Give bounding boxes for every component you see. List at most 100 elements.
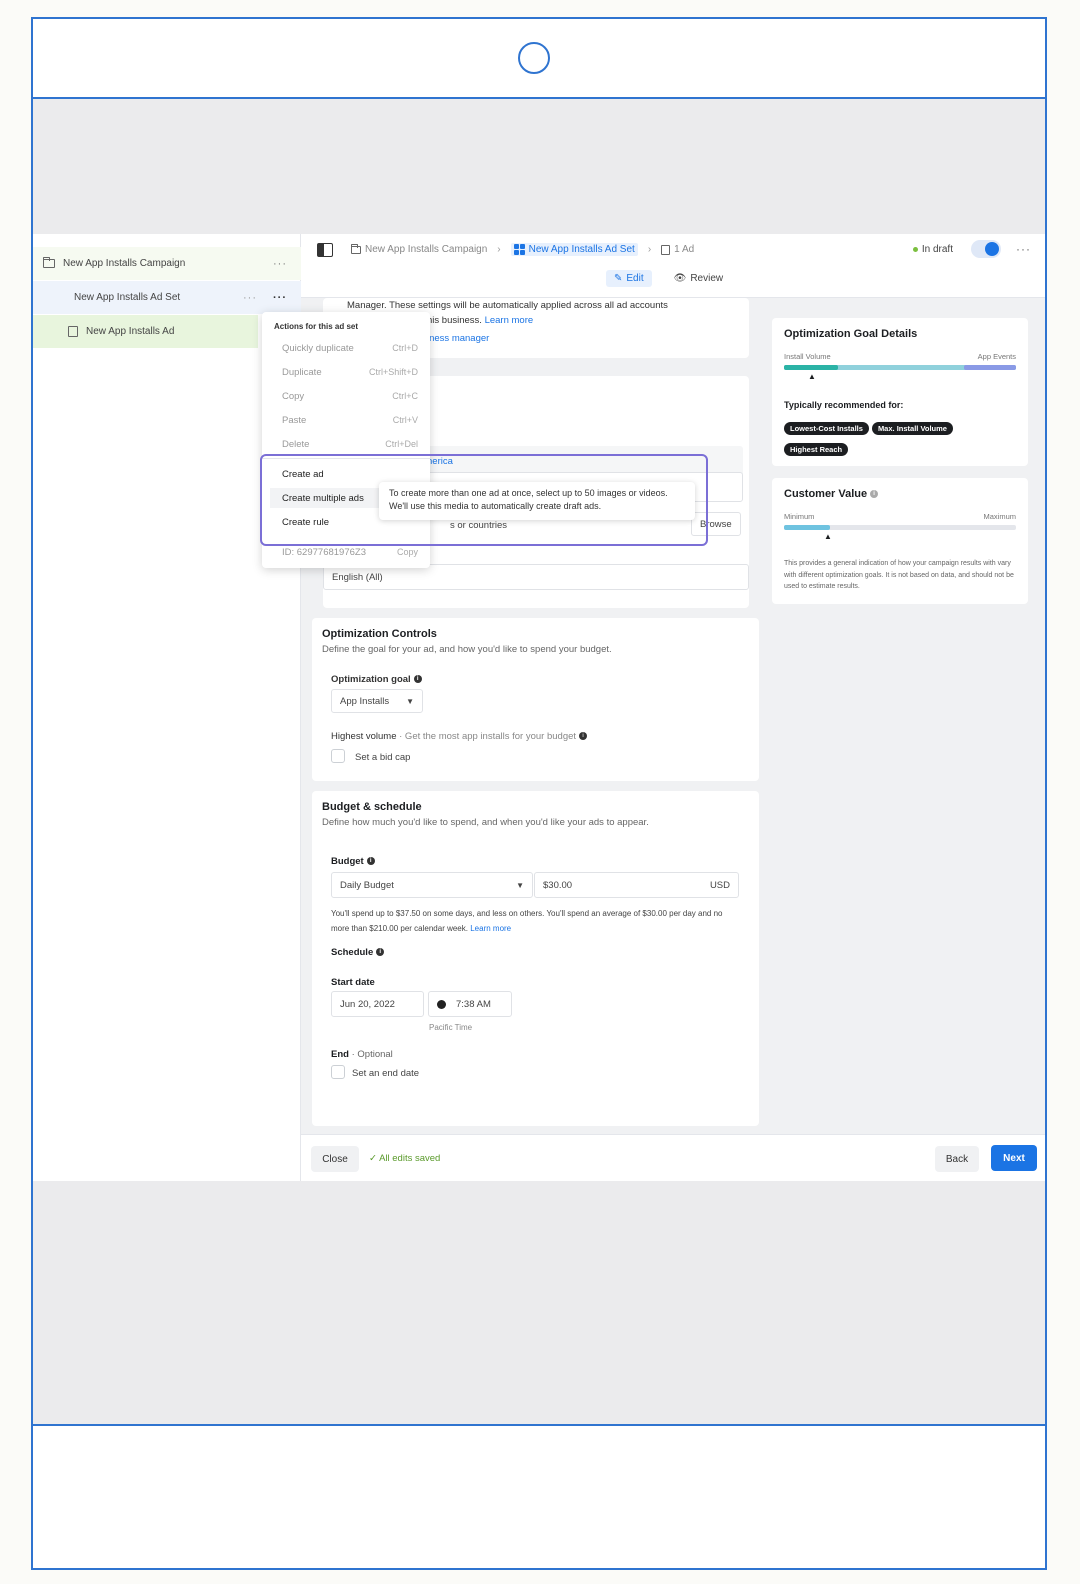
- optimization-goal-select[interactable]: App Installs ▼: [331, 689, 423, 713]
- menu-item-label: Copy: [282, 390, 305, 402]
- back-button[interactable]: Back: [935, 1146, 979, 1172]
- budget-amount-input[interactable]: $30.00 USD: [534, 872, 739, 898]
- budget-title: Budget & schedule: [322, 801, 422, 813]
- ad-doc-icon: [68, 326, 78, 337]
- menu-item-paste[interactable]: Paste Ctrl+V: [282, 410, 418, 430]
- menu-item-delete[interactable]: Delete Ctrl+Del: [282, 434, 418, 454]
- clock-icon: [437, 999, 446, 1009]
- end-date-checkbox[interactable]: [331, 1065, 345, 1079]
- customer-value-card: Customer Value i Minimum Maximum ▲ This p…: [772, 478, 1028, 604]
- business-manager-link[interactable]: iness manager: [427, 333, 489, 344]
- camera-circle-icon: [518, 42, 550, 74]
- customer-value-title: Customer Value i: [784, 488, 879, 500]
- learn-more-link[interactable]: Learn more: [485, 315, 534, 326]
- device-bottom-bezel: [33, 1424, 1045, 1568]
- pencil-icon: ✎: [614, 273, 623, 284]
- tree-item-campaign[interactable]: New App Installs Campaign ···: [33, 247, 301, 280]
- goal-range-end: [964, 365, 1016, 370]
- info-icon[interactable]: i: [366, 857, 375, 866]
- save-status: ✓ All edits saved: [369, 1153, 440, 1164]
- bid-cap-checkbox[interactable]: [331, 749, 345, 763]
- bottom-gray-area: [33, 1181, 1045, 1426]
- menu-item-shortcut: Ctrl+D: [392, 343, 418, 353]
- adset-grid-icon: [513, 244, 525, 255]
- menu-title: Actions for this ad set: [274, 322, 359, 331]
- close-button[interactable]: Close: [311, 1146, 359, 1172]
- caret-down-icon: ▼: [406, 696, 414, 706]
- end-optional-text: · Optional: [348, 1049, 393, 1060]
- value-range-fill: [784, 525, 830, 530]
- timezone-label: Pacific Time: [429, 1023, 473, 1032]
- menu-item-label: Paste: [282, 414, 307, 426]
- more-options-icon[interactable]: ···: [1016, 242, 1031, 256]
- top-gray-area: [33, 99, 1045, 234]
- start-date-value: Jun 20, 2022: [340, 998, 395, 1010]
- breadcrumb: New App Installs Campaign › New App Inst…: [351, 243, 694, 256]
- pill-lowest-cost: Lowest-Cost Installs: [784, 422, 869, 435]
- menu-item-copy[interactable]: Copy Ctrl+C: [282, 386, 418, 406]
- tree-ad-label: New App Installs Ad: [86, 326, 175, 337]
- maximum-label: Maximum: [983, 512, 1016, 521]
- tab-edit-label: Edit: [626, 273, 644, 284]
- menu-item-shortcut: Ctrl+V: [392, 415, 418, 425]
- menu-item-label: Delete: [282, 438, 310, 450]
- goal-label-text: Optimization goal: [331, 674, 411, 685]
- adset-grid-icon: [55, 292, 66, 303]
- tree-item-ad[interactable]: New App Installs Ad: [33, 315, 258, 348]
- customer-value-note: This provides a general indication of ho…: [784, 560, 1014, 590]
- info-icon[interactable]: i: [413, 675, 422, 684]
- next-button[interactable]: Next: [991, 1145, 1037, 1171]
- adset-more-icon[interactable]: ···: [243, 292, 257, 304]
- strategy-bold: Highest volume: [331, 731, 397, 742]
- campaign-more-icon[interactable]: ···: [273, 258, 287, 270]
- info-icon[interactable]: i: [579, 732, 588, 741]
- start-time-input[interactable]: 7:38 AM: [428, 991, 512, 1017]
- folder-icon: [43, 257, 55, 268]
- eye-icon: 👁: [673, 273, 687, 284]
- end-date-checkbox-label: Set an end date: [352, 1068, 420, 1079]
- ad-doc-icon: [661, 244, 671, 255]
- value-marker-icon: ▲: [824, 532, 832, 541]
- strategy-rest: · Get the most app installs for your bud…: [396, 731, 577, 742]
- budget-label-text: Budget: [331, 856, 364, 867]
- learn-more-link[interactable]: Learn more: [470, 924, 511, 933]
- budget-type-value: Daily Budget: [340, 879, 394, 891]
- menu-item-label: Quickly duplicate: [282, 342, 354, 354]
- create-multiple-tooltip: To create more than one ad at once, sele…: [379, 482, 695, 520]
- tab-edit[interactable]: ✎ Edit: [606, 270, 652, 287]
- status-toggle[interactable]: [971, 240, 1001, 258]
- tree-item-adset[interactable]: New App Installs Ad Set ··· ···: [33, 281, 301, 314]
- budget-type-select[interactable]: Daily Budget ▼: [331, 872, 533, 898]
- menu-item-duplicate[interactable]: Duplicate Ctrl+Shift+D: [282, 362, 418, 382]
- tree-adset-label: New App Installs Ad Set: [74, 292, 181, 303]
- menu-item-shortcut: Ctrl+Shift+D: [368, 367, 418, 377]
- pill-max-install: Max. Install Volume: [871, 422, 953, 435]
- crumb-adset[interactable]: New App Installs Ad Set: [510, 243, 638, 256]
- app-events-label: App Events: [977, 352, 1016, 361]
- optimization-title: Optimization Controls: [322, 628, 437, 640]
- start-date-input[interactable]: Jun 20, 2022: [331, 991, 424, 1017]
- copy-id-button[interactable]: Copy: [397, 547, 418, 557]
- adset-actions-icon[interactable]: ···: [273, 292, 287, 304]
- budget-amount-value: $30.00: [543, 879, 573, 891]
- end-label-text: End: [331, 1049, 349, 1060]
- info-icon[interactable]: i: [376, 948, 385, 957]
- end-label: End · Optional: [331, 1049, 393, 1060]
- status-label: In draft: [921, 244, 953, 255]
- tab-review[interactable]: 👁 Review: [666, 270, 732, 287]
- business-note-line2: his business. Learn more: [427, 315, 533, 326]
- panel-toggle-icon[interactable]: [317, 243, 333, 257]
- campaign-tree: New App Installs Campaign ··· New App In…: [33, 234, 301, 1181]
- business-note-line1: Manager. These settings will be automati…: [347, 300, 668, 311]
- device-top-bezel: [33, 19, 1045, 99]
- tab-review-label: Review: [690, 273, 724, 284]
- menu-item-quick-duplicate[interactable]: Quickly duplicate Ctrl+D: [282, 338, 418, 358]
- info-icon[interactable]: i: [870, 490, 879, 499]
- device-frame: New App Installs Campaign ··· New App In…: [31, 17, 1047, 1570]
- crumb-ad[interactable]: 1 Ad: [661, 244, 694, 255]
- crumb-campaign[interactable]: New App Installs Campaign: [351, 243, 487, 255]
- mode-tabs: ✎ Edit 👁 Review: [606, 270, 731, 287]
- chevron-right-icon: ›: [497, 244, 501, 255]
- currency-label: USD: [709, 879, 730, 891]
- ads-manager-app: New App Installs Campaign ··· New App In…: [33, 234, 1045, 1181]
